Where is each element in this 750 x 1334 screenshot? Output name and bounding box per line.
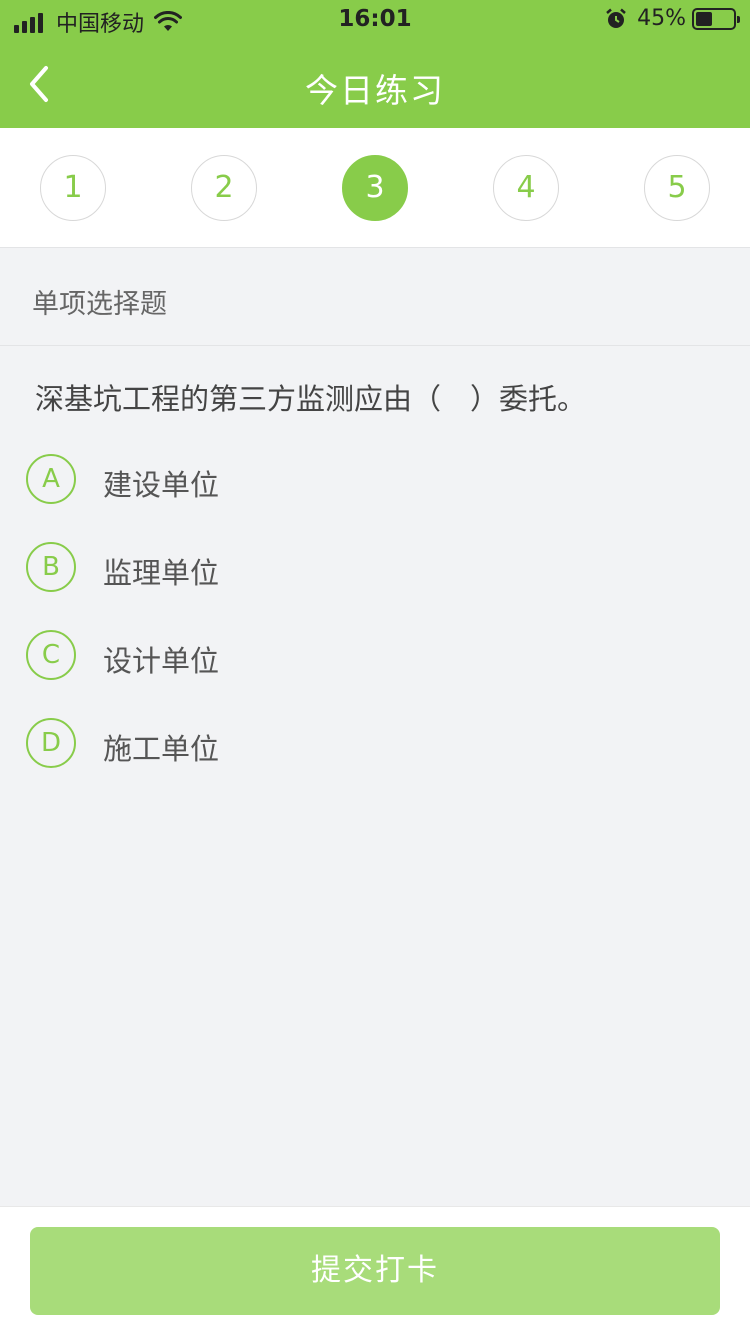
nav-bar: 今日练习: [0, 42, 750, 128]
option-letter: C: [26, 630, 76, 680]
step-1[interactable]: 1: [40, 155, 106, 221]
alarm-icon: [606, 8, 626, 28]
question-text: 深基坑工程的第三方监测应由（ ）委托。: [35, 382, 587, 416]
step-3[interactable]: 3: [342, 155, 408, 221]
option-c[interactable]: C 设计单位: [26, 628, 726, 682]
question-type: 单项选择题: [32, 289, 167, 320]
option-a[interactable]: A 建设单位: [26, 452, 726, 506]
app-header: 中国移动 16:01 45% 今日练习: [0, 0, 750, 128]
option-text: 建设单位: [103, 468, 220, 502]
option-text: 监理单位: [103, 556, 220, 590]
submit-checkin-button[interactable]: 提交打卡: [30, 1227, 720, 1315]
option-b[interactable]: B 监理单位: [26, 540, 726, 594]
status-bar: 中国移动 16:01 45%: [0, 0, 750, 42]
battery-fill: [696, 11, 712, 26]
footer-bar: 提交打卡: [0, 1206, 750, 1334]
step-2[interactable]: 2: [191, 155, 257, 221]
battery-percent: 45%: [637, 6, 686, 31]
question-type-bar: 单项选择题: [0, 248, 750, 346]
question-stepper: 1 2 3 4 5: [0, 128, 750, 248]
page-title: 今日练习: [305, 71, 445, 110]
option-letter: D: [26, 718, 76, 768]
option-text: 施工单位: [103, 732, 220, 766]
status-right: 45%: [605, 6, 740, 31]
option-text: 设计单位: [103, 644, 220, 678]
option-letter: B: [26, 542, 76, 592]
option-d[interactable]: D 施工单位: [26, 716, 726, 770]
step-4[interactable]: 4: [493, 155, 559, 221]
battery-icon: [692, 7, 740, 30]
step-5[interactable]: 5: [644, 155, 710, 221]
option-letter: A: [26, 454, 76, 504]
